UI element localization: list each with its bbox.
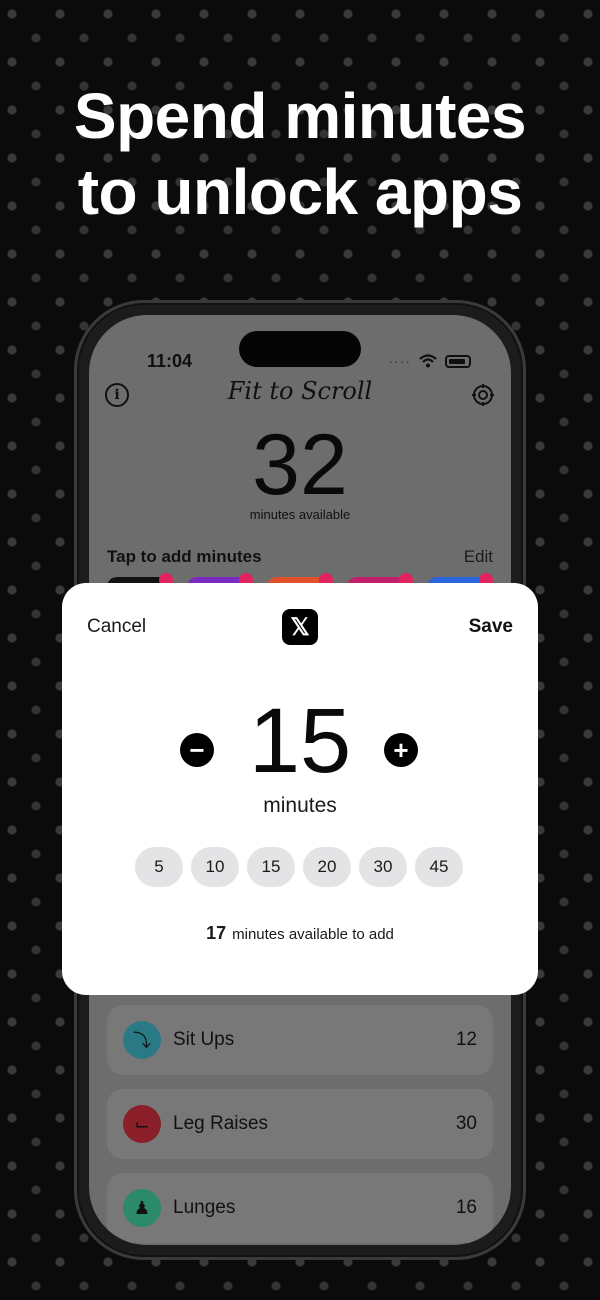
exercise-row-leg-raises[interactable]: ⌙ Leg Raises 30 bbox=[107, 1089, 493, 1159]
increment-button[interactable]: + bbox=[384, 733, 418, 767]
exercise-row-lunges[interactable]: ♟ Lunges 16 bbox=[107, 1173, 493, 1243]
headline-line-2: to unlock apps bbox=[77, 156, 523, 228]
exercise-count: 16 bbox=[455, 1197, 477, 1218]
status-time: 11:04 bbox=[147, 351, 193, 371]
preset-button[interactable]: 15 bbox=[247, 847, 295, 887]
x-logo-icon: 𝕏 bbox=[282, 609, 318, 645]
battery-icon bbox=[445, 354, 471, 368]
available-to-add-line: 17 minutes available to add bbox=[62, 923, 538, 944]
minutes-unit-label: minutes bbox=[263, 794, 337, 817]
preset-button[interactable]: 10 bbox=[191, 847, 239, 887]
signal-dots-icon: ···· bbox=[388, 353, 411, 369]
add-minutes-modal: Cancel 𝕏 Save − 15 + minutes 5 10 15 20 … bbox=[62, 583, 538, 995]
edit-button[interactable]: Edit bbox=[464, 547, 493, 567]
save-button[interactable]: Save bbox=[469, 616, 513, 638]
headline: Spend minutes to unlock apps bbox=[0, 78, 600, 230]
preset-row: 5 10 15 20 30 45 bbox=[135, 847, 463, 887]
exercise-list: ⤵ Sit Ups 12 ⌙ Leg Raises 30 ♟ Lunges 16 bbox=[107, 955, 493, 1243]
wifi-icon bbox=[419, 354, 437, 368]
status-icons: ···· bbox=[388, 353, 471, 369]
sit-ups-icon: ⤵ bbox=[123, 1021, 161, 1059]
minutes-available-label: minutes available bbox=[249, 507, 351, 522]
exercise-count: 12 bbox=[455, 1029, 477, 1050]
headline-line-1: Spend minutes bbox=[73, 80, 527, 152]
exercise-name: Sit Ups bbox=[173, 1029, 235, 1050]
preset-button[interactable]: 30 bbox=[359, 847, 407, 887]
leg-raises-icon: ⌙ bbox=[123, 1105, 161, 1143]
app-title: Fit to Scroll bbox=[227, 377, 373, 405]
exercise-name: Lunges bbox=[173, 1197, 236, 1218]
cancel-button[interactable]: Cancel bbox=[87, 616, 146, 638]
available-text: minutes available to add bbox=[232, 926, 394, 943]
tap-to-add-label: Tap to add minutes bbox=[107, 547, 262, 566]
minutes-value: 15 bbox=[248, 690, 352, 792]
gear-icon[interactable] bbox=[471, 383, 495, 407]
lunges-icon: ♟ bbox=[123, 1189, 161, 1227]
exercise-count: 30 bbox=[455, 1113, 477, 1134]
dynamic-island bbox=[239, 331, 361, 367]
exercise-row-sit-ups[interactable]: ⤵ Sit Ups 12 bbox=[107, 1005, 493, 1075]
minutes-available-count: 32 bbox=[252, 417, 348, 513]
preset-button[interactable]: 20 bbox=[303, 847, 351, 887]
exercise-name: Leg Raises bbox=[173, 1113, 269, 1134]
preset-button[interactable]: 45 bbox=[415, 847, 463, 887]
available-count: 17 bbox=[206, 923, 227, 943]
preset-button[interactable]: 5 bbox=[135, 847, 183, 887]
